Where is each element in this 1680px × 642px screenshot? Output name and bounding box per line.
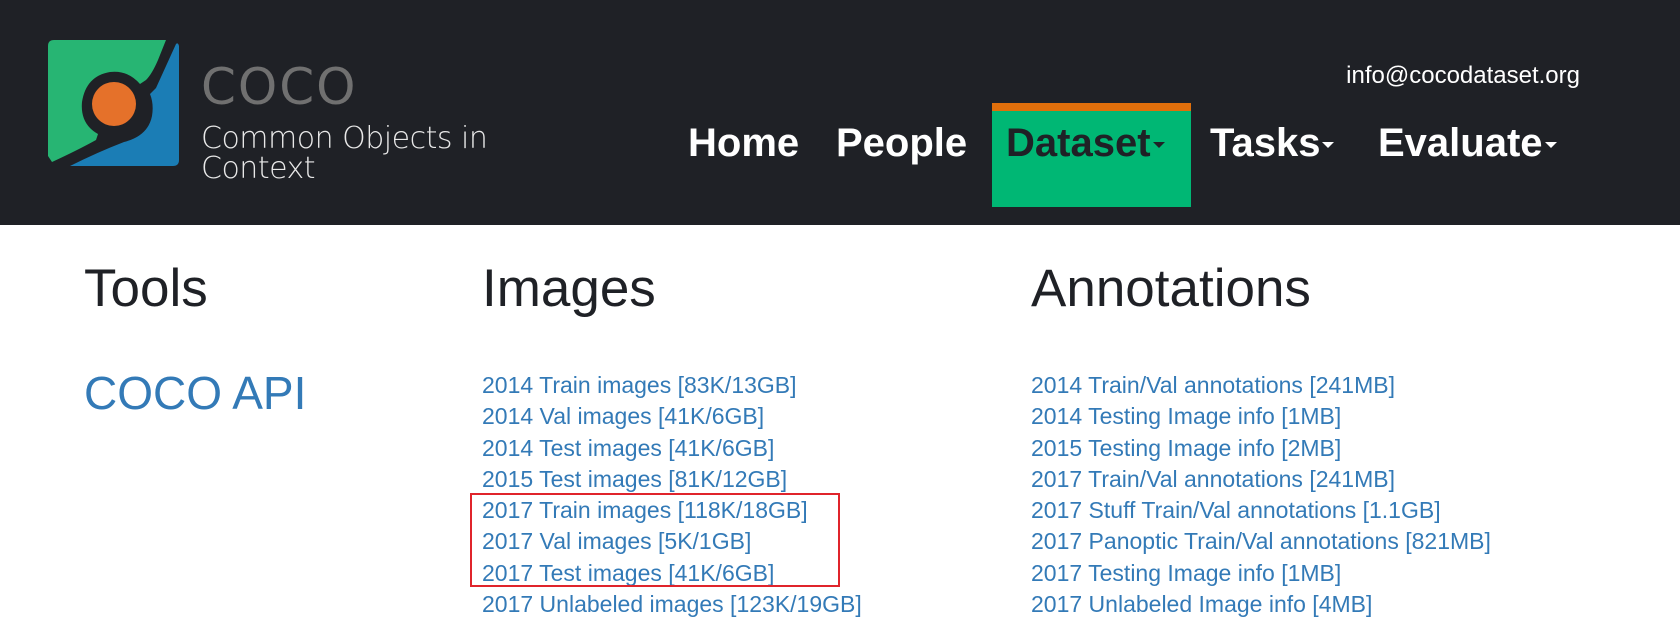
- list-item: 2014 Testing Image info [1MB]: [1031, 401, 1491, 432]
- list-item: 2014 Test images [41K/6GB]: [482, 433, 862, 464]
- contact-email-link[interactable]: info@cocodataset.org: [1346, 62, 1580, 90]
- annotations-heading: Annotations: [1031, 259, 1311, 318]
- image-download-link[interactable]: 2014 Test images [41K/6GB]: [482, 435, 774, 461]
- annotations-link-list: 2014 Train/Val annotations [241MB] 2014 …: [1031, 370, 1491, 620]
- list-item: 2017 Panoptic Train/Val annotations [821…: [1031, 526, 1491, 557]
- list-item: 2014 Train/Val annotations [241MB]: [1031, 370, 1491, 401]
- list-item: 2015 Testing Image info [2MB]: [1031, 433, 1491, 464]
- caret-down-icon: [1152, 142, 1165, 149]
- image-download-link[interactable]: 2017 Test images [41K/6GB]: [482, 560, 774, 586]
- site-header: COCO Common Objects in Context info@coco…: [0, 0, 1680, 225]
- caret-down-icon: [1322, 142, 1335, 149]
- list-item: 2017 Train images [118K/18GB]: [482, 495, 862, 526]
- list-item: 2017 Unlabeled images [123K/19GB]: [482, 589, 862, 620]
- annotation-download-link[interactable]: 2014 Testing Image info [1MB]: [1031, 403, 1341, 429]
- list-item: 2017 Testing Image info [1MB]: [1031, 558, 1491, 589]
- list-item: 2017 Train/Val annotations [241MB]: [1031, 464, 1491, 495]
- tools-heading: Tools: [84, 259, 208, 318]
- image-download-link[interactable]: 2014 Val images [41K/6GB]: [482, 403, 764, 429]
- nav-tasks-label: Tasks: [1210, 121, 1321, 165]
- annotations-column: Annotations 2014 Train/Val annotations […: [1031, 259, 1491, 617]
- caret-down-icon: [1544, 142, 1557, 149]
- annotation-download-link[interactable]: 2017 Panoptic Train/Val annotations [821…: [1031, 528, 1491, 554]
- nav-evaluate-label: Evaluate: [1378, 121, 1543, 165]
- images-column: Images 2014 Train images [83K/13GB] 2014…: [482, 259, 862, 617]
- annotation-download-link[interactable]: 2015 Testing Image info [2MB]: [1031, 435, 1341, 461]
- coco-logo-icon: [48, 40, 179, 167]
- logo-subtitle: Common Objects in Context: [201, 121, 488, 186]
- annotation-download-link[interactable]: 2017 Unlabeled Image info [4MB]: [1031, 591, 1372, 617]
- list-item: 2014 Val images [41K/6GB]: [482, 401, 862, 432]
- image-download-link[interactable]: 2017 Val images [5K/1GB]: [482, 528, 751, 554]
- images-link-list: 2014 Train images [83K/13GB] 2014 Val im…: [482, 370, 862, 620]
- nav-home[interactable]: Home: [688, 103, 818, 207]
- list-item: 2017 Stuff Train/Val annotations [1.1GB]: [1031, 495, 1491, 526]
- list-item: 2015 Test images [81K/12GB]: [482, 464, 862, 495]
- tools-column: Tools COCO API: [84, 259, 306, 416]
- nav-tasks[interactable]: Tasks: [1210, 103, 1360, 207]
- image-download-link[interactable]: 2015 Test images [81K/12GB]: [482, 466, 787, 492]
- image-download-link[interactable]: 2014 Train images [83K/13GB]: [482, 372, 797, 398]
- annotation-download-link[interactable]: 2014 Train/Val annotations [241MB]: [1031, 372, 1395, 398]
- annotation-download-link[interactable]: 2017 Train/Val annotations [241MB]: [1031, 466, 1395, 492]
- nav-evaluate[interactable]: Evaluate: [1378, 103, 1578, 207]
- coco-logo-link[interactable]: COCO Common Objects in Context: [48, 40, 608, 184]
- image-download-link[interactable]: 2017 Unlabeled images [123K/19GB]: [482, 591, 862, 617]
- nav-dataset-label: Dataset: [1006, 121, 1151, 165]
- nav-dataset[interactable]: Dataset: [992, 103, 1191, 207]
- annotation-download-link[interactable]: 2017 Testing Image info [1MB]: [1031, 560, 1341, 586]
- list-item: 2017 Val images [5K/1GB]: [482, 526, 862, 557]
- nav-home-label: Home: [688, 121, 800, 165]
- images-heading: Images: [482, 259, 656, 318]
- logo-title: COCO: [201, 58, 358, 116]
- coco-api-link[interactable]: COCO API: [84, 370, 306, 416]
- nav-people[interactable]: People: [836, 103, 986, 207]
- list-item: 2017 Test images [41K/6GB]: [482, 558, 862, 589]
- list-item: 2017 Unlabeled Image info [4MB]: [1031, 589, 1491, 620]
- annotation-download-link[interactable]: 2017 Stuff Train/Val annotations [1.1GB]: [1031, 497, 1441, 523]
- image-download-link[interactable]: 2017 Train images [118K/18GB]: [482, 497, 808, 523]
- list-item: 2014 Train images [83K/13GB]: [482, 370, 862, 401]
- nav-people-label: People: [836, 121, 968, 165]
